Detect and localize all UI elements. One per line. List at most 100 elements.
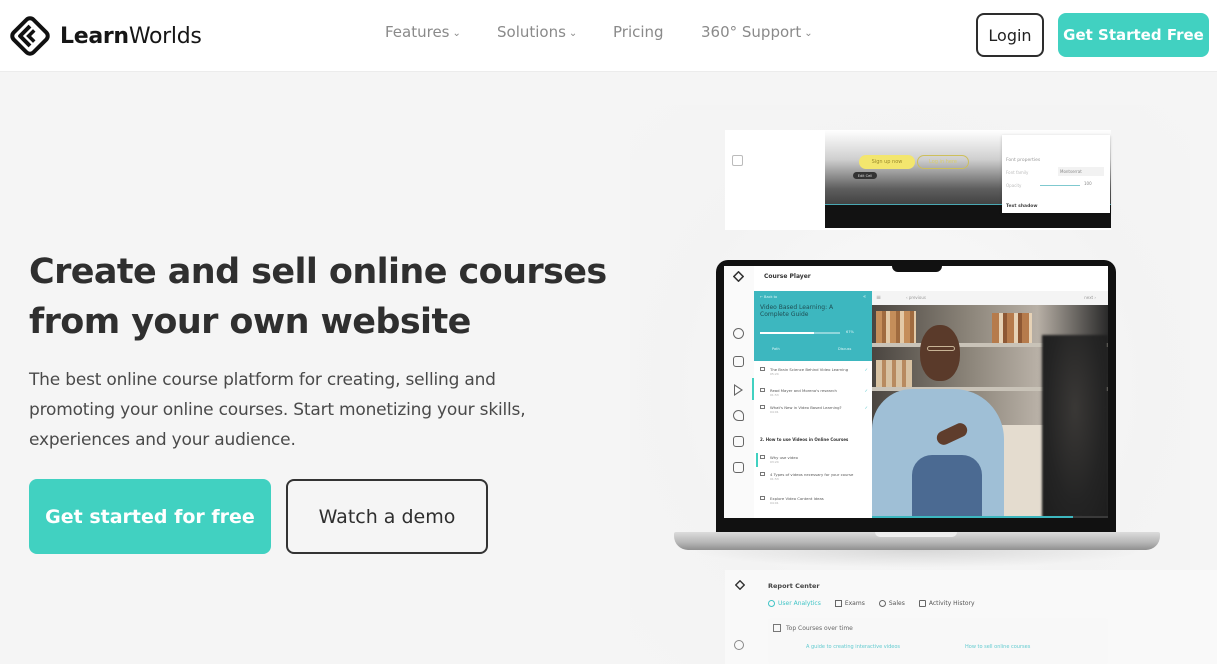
gauge-icon <box>733 328 744 339</box>
get-started-free-button[interactable]: Get Started Free <box>1058 13 1209 57</box>
hero-subtitle: The best online course platform for crea… <box>29 370 526 450</box>
report-title: Report Center <box>768 582 820 590</box>
menu-icon: ≡ <box>876 294 882 301</box>
lesson-item: 4 Types of videos necessary for your cou… <box>760 472 868 482</box>
tab-label: Activity History <box>928 600 975 607</box>
opacity-slider <box>1040 185 1080 186</box>
watch-demo-button[interactable]: Watch a demo <box>286 479 488 554</box>
text-shadow-label: Text shadow <box>1006 204 1038 209</box>
font-family-select: Montserrat <box>1058 167 1104 176</box>
learnworlds-logo-icon <box>10 16 50 56</box>
presenter-head <box>920 325 960 381</box>
tab-discuss: Discuss <box>838 347 852 351</box>
nav-pricing[interactable]: Pricing <box>613 23 664 41</box>
laptop-lip <box>875 532 957 537</box>
chart-icon <box>732 155 743 166</box>
camera-blur <box>1042 335 1108 518</box>
video-frame <box>872 305 1108 518</box>
opacity-value: 100 <box>1084 181 1092 186</box>
tab-label: User Analytics <box>778 600 821 607</box>
clipboard-icon <box>733 436 744 447</box>
course-link: How to sell online courses <box>965 644 1031 650</box>
chevron-down-icon: ⌄ <box>568 27 578 39</box>
app-logo-icon <box>733 271 744 282</box>
course-progress-fill <box>760 332 814 334</box>
lesson-duration: 01:53 <box>770 393 779 397</box>
get-started-for-free-button[interactable]: Get started for free <box>29 479 271 554</box>
book-icon <box>760 472 765 476</box>
nav-support[interactable]: 360° Support ⌄ <box>701 23 813 41</box>
list-icon <box>834 600 842 607</box>
tab-activity-history: Activity History <box>918 600 975 607</box>
chart-icon <box>918 600 926 607</box>
lesson-duration: 04:01 <box>770 501 779 505</box>
tab-label: Exams <box>844 600 865 607</box>
hero-title: Create and sell online courses from your… <box>29 247 629 347</box>
brand-name: LearnWorlds <box>60 23 202 49</box>
next-link: next › <box>1084 295 1096 300</box>
brand-logo[interactable]: LearnWorlds <box>8 14 202 58</box>
panel-title: Font properties <box>1006 158 1041 163</box>
lesson-title: What's New in Video Based Learning? <box>770 405 842 410</box>
hero-title-line2: from your own website <box>29 302 471 342</box>
course-player-screen: Course Player ← Back to « Video Based Le… <box>724 266 1108 518</box>
card-title: Top Courses over time <box>786 625 853 632</box>
lesson-title: 4 Types of videos necessary for your cou… <box>770 472 854 477</box>
section-title: 2. How to use Videos in Online Courses <box>760 437 849 442</box>
check-icon: ✓ <box>864 367 868 372</box>
previous-link: ‹ previous <box>906 295 926 300</box>
lesson-title: The Brain Science Behind Video Learning <box>770 367 849 372</box>
course-title: Video Based Learning: A Complete Guide <box>760 304 834 318</box>
report-center-preview: Report Center User Analytics Exams Sales… <box>725 570 1217 664</box>
lesson-duration: 04:01 <box>770 410 779 414</box>
login-button[interactable]: Login <box>976 13 1044 57</box>
lesson-duration: 05:24 <box>770 372 779 376</box>
nav-label: Features <box>385 23 450 41</box>
nav-label: Solutions <box>497 23 566 41</box>
app-title: Course Player <box>764 273 811 280</box>
presenter-glasses <box>927 346 955 351</box>
product-showcase: Sign up now Log in here Edit Cell Font p… <box>620 75 1217 664</box>
check-icon: ✓ <box>864 405 868 410</box>
font-family-label: Font family <box>1006 170 1029 175</box>
back-link: ← Back to <box>760 295 778 299</box>
nav-label: 360° Support <box>701 23 802 41</box>
app-sidebar <box>724 266 754 518</box>
edit-cell-tag: Edit Cell <box>853 172 877 179</box>
tab-label: Sales <box>888 600 905 607</box>
course-progress-label: 67% <box>846 330 854 334</box>
nav-solutions[interactable]: Solutions ⌄ <box>497 23 577 41</box>
lesson-item: Read Mayer and Moreno's research 01:53 ✓ <box>760 388 868 398</box>
tab-exams: Exams <box>834 600 865 607</box>
book-icon <box>760 405 765 409</box>
laptop-notch <box>892 260 942 272</box>
play-icon <box>734 384 743 396</box>
book-icon <box>760 367 765 371</box>
gauge-icon <box>734 640 744 650</box>
collapse-icon: « <box>862 294 866 300</box>
lesson-duration: 01:53 <box>770 477 779 481</box>
pdf-icon <box>760 388 765 392</box>
bookshelf <box>992 313 1032 343</box>
tab-path: Path <box>772 347 780 351</box>
login-here-pill: Log in here <box>917 155 969 169</box>
lesson-item: Why use video 03:24 <box>760 455 868 465</box>
active-lesson-indicator <box>756 453 758 467</box>
course-header: ← Back to « Video Based Learning: A Comp… <box>754 291 872 361</box>
top-courses-card: Top Courses over time A guide to creatin… <box>768 618 1108 664</box>
bookshelf <box>876 311 916 343</box>
opacity-label: Opacity <box>1006 183 1022 188</box>
lesson-item: Explore Video Content Ideas 04:01 <box>760 496 868 506</box>
nav-features[interactable]: Features ⌄ <box>385 23 461 41</box>
video-seek-fill <box>872 516 1073 518</box>
hero-title-line1: Create and sell online courses <box>29 252 607 292</box>
site-header: LearnWorlds Features ⌄ Solutions ⌄ Prici… <box>0 0 1217 72</box>
app-logo-icon <box>735 580 745 590</box>
video-seekbar <box>872 516 1108 518</box>
course-outline-panel: ← Back to « Video Based Learning: A Comp… <box>754 291 872 518</box>
chevron-down-icon: ⌄ <box>452 27 461 39</box>
presenter-legs <box>912 455 982 518</box>
laptop-shadow <box>690 550 1144 568</box>
laptop-base <box>674 532 1160 550</box>
course-link: A guide to creating interactive videos <box>806 644 901 650</box>
